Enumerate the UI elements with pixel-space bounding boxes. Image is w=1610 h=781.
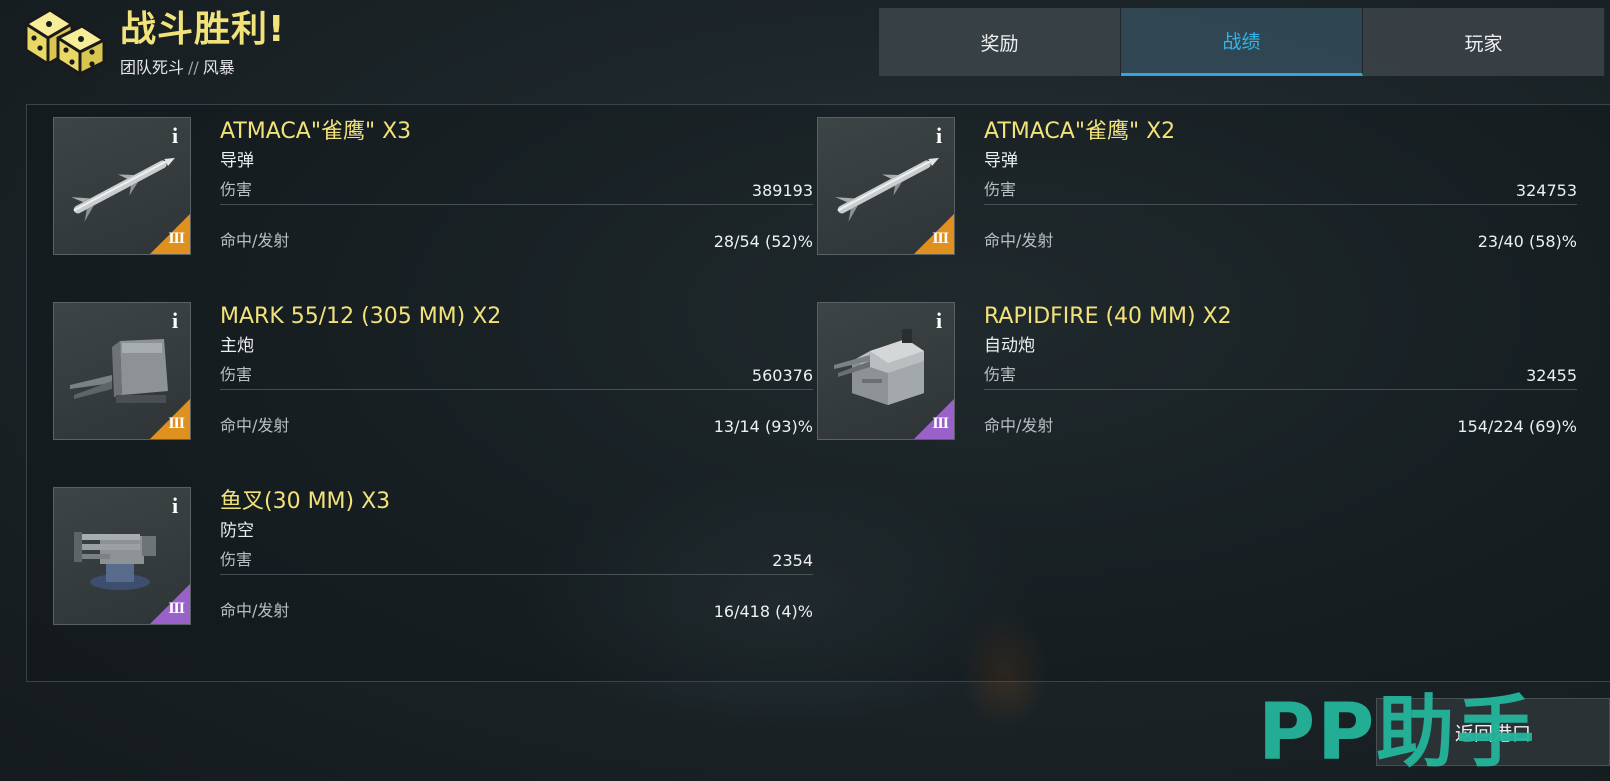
weapon-stats: ATMACA"雀鹰" X3 导弹 伤害 389193 命中/发射 28/54 (… (220, 117, 813, 255)
match-info: 团队死斗//风暴 (120, 54, 285, 78)
hits-label: 命中/发射 (984, 231, 1054, 250)
damage-label: 伤害 (984, 365, 1017, 384)
weapon-type: 主炮 (220, 336, 254, 356)
damage-value: 560376 (751, 366, 813, 385)
weapon-type: 导弹 (220, 151, 254, 171)
weapon-stats: RAPIDFIRE (40 MM) X2 自动炮 伤害 32455 命中/发射 … (984, 302, 1577, 440)
hits-value: 13/14 (93)% (713, 417, 813, 436)
watermark-logo: PP助手 (1258, 688, 1537, 778)
hits-label: 命中/发射 (220, 416, 290, 435)
info-icon[interactable]: i (932, 309, 946, 333)
separator: // (188, 58, 199, 77)
damage-row: 伤害 2354 (220, 549, 813, 575)
info-icon[interactable]: i (932, 124, 946, 148)
game-mode: 团队死斗 (120, 58, 185, 77)
tier-label: III (932, 415, 949, 432)
info-icon[interactable]: i (168, 309, 182, 333)
weapon-thumbnail[interactable]: i III (53, 302, 191, 440)
weapon-card: i III ATMACA"雀鹰" X2 导弹 伤害 324753 命中/发射 2… (817, 117, 1577, 287)
hits-row: 命中/发射 28/54 (52)% (220, 205, 813, 255)
weapon-card: i III ATMACA"雀鹰" X3 导弹 伤害 389193 命中/发射 2… (53, 117, 813, 287)
weapon-card: i III RAPIDFIRE (40 MM) X2 自动炮 伤害 32455 … (817, 302, 1577, 472)
weapon-thumbnail[interactable]: i III (817, 302, 955, 440)
weapon-stats: 鱼叉(30 MM) X3 防空 伤害 2354 命中/发射 16/418 (4)… (220, 487, 813, 625)
page-title: 战斗胜利! (120, 9, 286, 50)
info-icon[interactable]: i (168, 494, 182, 518)
weapon-thumbnail[interactable]: i III (53, 117, 191, 255)
weapon-name: ATMACA"雀鹰" X3 (220, 119, 412, 144)
damage-value: 32455 (1526, 366, 1577, 385)
tier-label: III (168, 230, 185, 247)
damage-label: 伤害 (220, 365, 253, 384)
hits-label: 命中/发射 (984, 416, 1054, 435)
weapon-stats: MARK 55/12 (305 MM) X2 主炮 伤害 560376 命中/发… (220, 302, 813, 440)
damage-label: 伤害 (220, 180, 253, 199)
hits-value: 23/40 (58)% (1477, 232, 1577, 251)
weapon-stats: ATMACA"雀鹰" X2 导弹 伤害 324753 命中/发射 23/40 (… (984, 117, 1577, 255)
weapon-name: MARK 55/12 (305 MM) X2 (220, 304, 502, 329)
map-name: 风暴 (202, 58, 235, 77)
hits-label: 命中/发射 (220, 231, 290, 250)
hits-row: 命中/发射 16/418 (4)% (220, 575, 813, 625)
result-tabs: 奖励 战绩 玩家 (879, 8, 1605, 76)
damage-label: 伤害 (984, 180, 1017, 199)
hits-label: 命中/发射 (220, 601, 290, 620)
damage-row: 伤害 389193 (220, 179, 813, 205)
weapon-type: 导弹 (984, 151, 1018, 171)
hits-value: 28/54 (52)% (713, 232, 813, 251)
damage-value: 2354 (772, 551, 813, 570)
info-icon[interactable]: i (168, 124, 182, 148)
battle-result-header: 战斗胜利! 团队死斗//风暴 (20, 4, 285, 84)
damage-row: 伤害 324753 (984, 179, 1577, 205)
tier-label: III (168, 415, 185, 432)
hits-row: 命中/发射 154/224 (69)% (984, 390, 1577, 440)
tab-players[interactable]: 玩家 (1363, 8, 1605, 76)
damage-label: 伤害 (220, 550, 253, 569)
hits-value: 154/224 (69)% (1457, 417, 1577, 436)
tab-stats[interactable]: 战绩 (1121, 8, 1363, 76)
hits-row: 命中/发射 13/14 (93)% (220, 390, 813, 440)
tier-label: III (932, 230, 949, 247)
tab-rewards[interactable]: 奖励 (879, 8, 1121, 76)
weapon-stats-panel: i III ATMACA"雀鹰" X3 导弹 伤害 389193 命中/发射 2… (26, 104, 1610, 682)
damage-value: 389193 (751, 181, 813, 200)
weapon-thumbnail[interactable]: i III (817, 117, 955, 255)
weapon-name: RAPIDFIRE (40 MM) X2 (984, 304, 1232, 329)
weapon-thumbnail[interactable]: i III (53, 487, 191, 625)
weapon-name: ATMACA"雀鹰" X2 (984, 119, 1176, 144)
hits-row: 命中/发射 23/40 (58)% (984, 205, 1577, 255)
tier-label: III (168, 600, 185, 617)
damage-row: 伤害 32455 (984, 364, 1577, 390)
weapon-type: 防空 (220, 521, 254, 541)
dice-icon (24, 8, 106, 76)
weapon-card: i III 鱼叉(30 MM) X3 防空 伤害 2354 命中/发射 16/4… (53, 487, 813, 657)
hits-value: 16/418 (4)% (713, 602, 813, 621)
damage-row: 伤害 560376 (220, 364, 813, 390)
damage-value: 324753 (1515, 181, 1577, 200)
weapon-type: 自动炮 (984, 336, 1035, 356)
weapon-name: 鱼叉(30 MM) X3 (220, 489, 391, 514)
weapon-card: i III MARK 55/12 (305 MM) X2 主炮 伤害 56037… (53, 302, 813, 472)
